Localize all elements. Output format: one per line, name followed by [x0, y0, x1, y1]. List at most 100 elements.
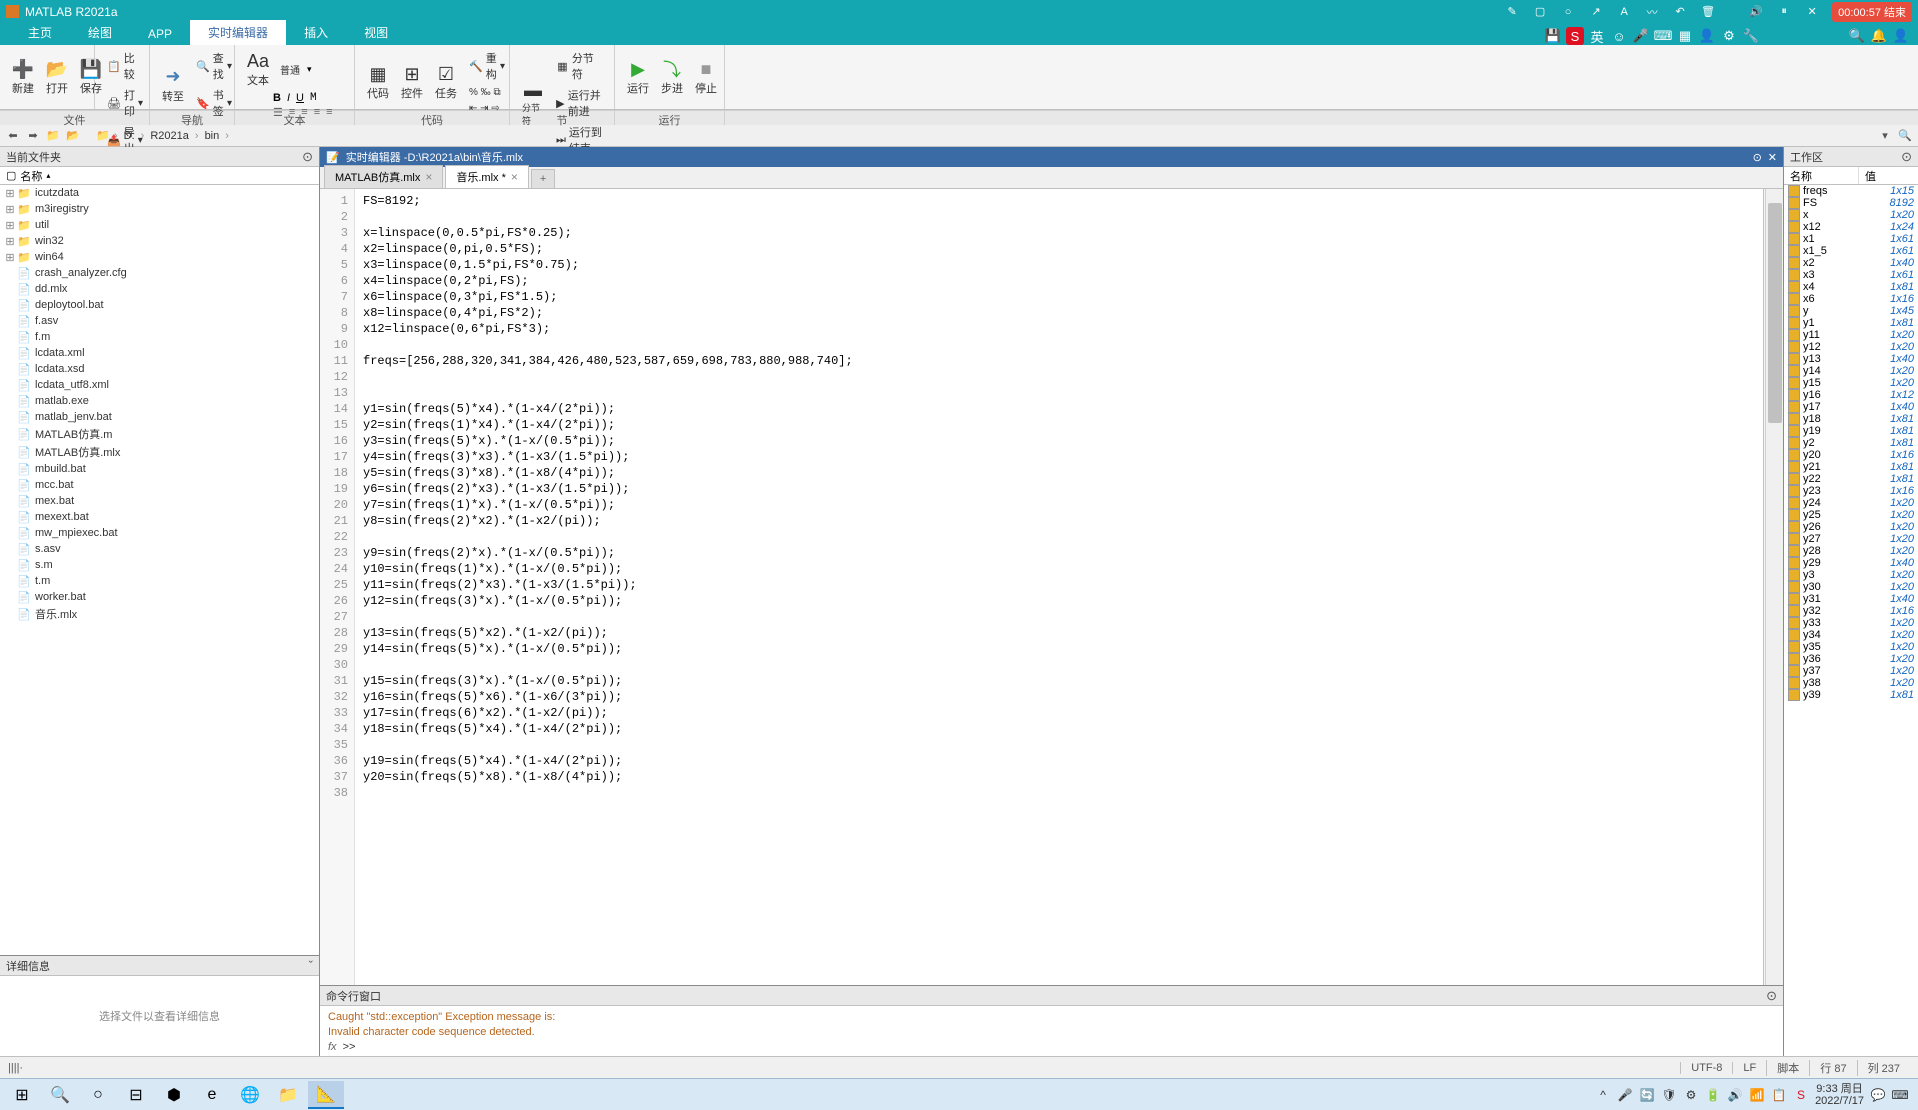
underline-button[interactable]: U	[296, 92, 304, 104]
workspace-variable[interactable]: y221x81	[1784, 473, 1918, 485]
workspace-variable[interactable]: y211x81	[1784, 461, 1918, 473]
edge-button[interactable]: 🌐	[232, 1081, 268, 1109]
tree-item[interactable]: 📄mw_mpiexec.bat	[0, 525, 319, 541]
workspace-variable[interactable]: y111x20	[1784, 329, 1918, 341]
highlight-icon[interactable]: 〰	[1642, 2, 1662, 22]
save-quick-icon[interactable]: 💾	[1544, 27, 1562, 45]
speaker-icon[interactable]: 🔊	[1746, 2, 1766, 22]
tree-item[interactable]: 📄crash_analyzer.cfg	[0, 265, 319, 281]
ime-lang-icon[interactable]: 英	[1588, 27, 1606, 45]
tree-item[interactable]: 📄deploytool.bat	[0, 297, 319, 313]
tray-input-icon[interactable]: ⌨	[1892, 1087, 1908, 1103]
tree-item[interactable]: 📄音乐.mlx	[0, 605, 319, 623]
workspace-variable[interactable]: y361x20	[1784, 653, 1918, 665]
tree-item[interactable]: 📄MATLAB仿真.m	[0, 425, 319, 443]
text-style-button[interactable]: Aa文本	[243, 48, 273, 90]
task-button[interactable]: ☑任务	[431, 61, 461, 103]
percent-button[interactable]: % ‰ ⧉	[465, 85, 509, 100]
goto-button[interactable]: ➜转至	[158, 64, 188, 106]
tray-sogou-icon[interactable]: S	[1793, 1087, 1809, 1103]
tab-close-icon[interactable]: ×	[511, 170, 518, 184]
workspace-variable[interactable]: y381x20	[1784, 677, 1918, 689]
tree-item[interactable]: 📄t.m	[0, 573, 319, 589]
cortana-button[interactable]: ○	[80, 1081, 116, 1109]
ws-name-column[interactable]: 名称	[1784, 167, 1859, 184]
workspace-variable[interactable]: x121x24	[1784, 221, 1918, 233]
tray-battery-icon[interactable]: 🔋	[1705, 1087, 1721, 1103]
workspace-variable[interactable]: y201x16	[1784, 449, 1918, 461]
user-icon[interactable]: 👤	[1892, 27, 1910, 45]
tree-item[interactable]: ⊞📁util	[0, 217, 319, 233]
tree-item[interactable]: 📄f.m	[0, 329, 319, 345]
section-button[interactable]: ▦分节符	[552, 48, 606, 84]
workspace-variable[interactable]: x31x61	[1784, 269, 1918, 281]
tray-shield-icon[interactable]: 🛡	[1661, 1087, 1677, 1103]
step-button[interactable]: ⤵步进	[657, 56, 687, 98]
control-button[interactable]: ⊞控件	[397, 61, 427, 103]
code-button[interactable]: ▦代码	[363, 61, 393, 103]
fx-icon[interactable]: fx	[328, 1041, 337, 1053]
back-icon[interactable]: ⬅	[4, 127, 22, 145]
parent-icon[interactable]: 📂	[64, 127, 82, 145]
tray-volume-icon[interactable]: 🔊	[1727, 1087, 1743, 1103]
editor-body[interactable]: 1234567891011121314151617181920212223242…	[320, 189, 1783, 985]
details-collapse-icon[interactable]: ˇ	[309, 958, 313, 973]
bell-icon[interactable]: 🔔	[1870, 27, 1888, 45]
trash-icon[interactable]: 🗑	[1698, 2, 1718, 22]
compare-button[interactable]: 📋比较	[103, 48, 141, 84]
tree-item[interactable]: 📄lcdata_utf8.xml	[0, 377, 319, 393]
forward-icon[interactable]: ➡	[24, 127, 42, 145]
new-tab-button[interactable]: +	[531, 169, 555, 188]
workspace-variable[interactable]: y191x81	[1784, 425, 1918, 437]
stop-button[interactable]: ■停止	[691, 56, 721, 98]
workspace-variable[interactable]: y131x40	[1784, 353, 1918, 365]
style-normal[interactable]: 普通	[276, 60, 304, 79]
tree-item[interactable]: 📄mexext.bat	[0, 509, 319, 525]
search-path-icon[interactable]: 🔍	[1896, 127, 1914, 145]
path-drive[interactable]: D:	[120, 128, 139, 144]
workspace-variable[interactable]: y11x81	[1784, 317, 1918, 329]
editor-restore-icon[interactable]: ⊙	[1753, 151, 1762, 164]
file-name-column[interactable]: ▢名称▴	[0, 167, 319, 185]
code-area[interactable]: FS=8192; x=linspace(0,0.5*pi,FS*0.25); x…	[355, 189, 1763, 985]
tree-item[interactable]: 📄dd.mlx	[0, 281, 319, 297]
file-tree[interactable]: ⊞📁icutzdata⊞📁m3iregistry⊞📁util⊞📁win32⊞📁w…	[0, 185, 319, 955]
workspace-variable[interactable]: y261x20	[1784, 521, 1918, 533]
tree-item[interactable]: 📄mex.bat	[0, 493, 319, 509]
settings-icon[interactable]: ⚙	[1720, 27, 1738, 45]
editor-scrollbar[interactable]	[1765, 189, 1783, 985]
editor-tab-1[interactable]: MATLAB仿真.mlx×	[324, 165, 443, 188]
status-mode[interactable]: 脚本	[1766, 1060, 1809, 1076]
scroll-thumb[interactable]	[1768, 203, 1782, 423]
tab-plots[interactable]: 绘图	[70, 20, 130, 45]
text-icon[interactable]: A	[1614, 2, 1634, 22]
workspace-variable[interactable]: y341x20	[1784, 629, 1918, 641]
tool-icon[interactable]: 🔧	[1742, 27, 1760, 45]
end-recording-button[interactable]: 00:00:57 结束	[1832, 2, 1912, 22]
tree-item[interactable]: 📄mcc.bat	[0, 477, 319, 493]
tray-chevron-icon[interactable]: ^	[1595, 1087, 1611, 1103]
person-icon[interactable]: 👤	[1698, 27, 1716, 45]
workspace-variable[interactable]: y151x20	[1784, 377, 1918, 389]
obs-button[interactable]: ⬢	[156, 1081, 192, 1109]
mic-icon[interactable]: 🎤	[1632, 27, 1650, 45]
mono-button[interactable]: M	[310, 92, 317, 104]
command-window-body[interactable]: Caught "std::exception" Exception messag…	[320, 1006, 1783, 1056]
workspace-variable[interactable]: y31x20	[1784, 569, 1918, 581]
workspace-variable[interactable]: y241x20	[1784, 497, 1918, 509]
workspace-variable[interactable]: y141x20	[1784, 365, 1918, 377]
workspace-variable[interactable]: y251x20	[1784, 509, 1918, 521]
workspace-variable[interactable]: y331x20	[1784, 617, 1918, 629]
workspace-variable[interactable]: y291x40	[1784, 557, 1918, 569]
start-button[interactable]: ⊞	[4, 1081, 40, 1109]
path-seg-2[interactable]: bin	[201, 128, 224, 144]
search-icon[interactable]: 🔍	[1848, 27, 1866, 45]
workspace-variable[interactable]: y321x16	[1784, 605, 1918, 617]
workspace-variable[interactable]: y301x20	[1784, 581, 1918, 593]
workspace-variable[interactable]: y271x20	[1784, 533, 1918, 545]
workspace-variable[interactable]: y311x40	[1784, 593, 1918, 605]
editor-tab-2[interactable]: 音乐.mlx *×	[445, 165, 529, 188]
workspace-variable[interactable]: x21x40	[1784, 257, 1918, 269]
tab-close-icon[interactable]: ×	[425, 170, 432, 184]
tree-item[interactable]: 📄matlab.exe	[0, 393, 319, 409]
